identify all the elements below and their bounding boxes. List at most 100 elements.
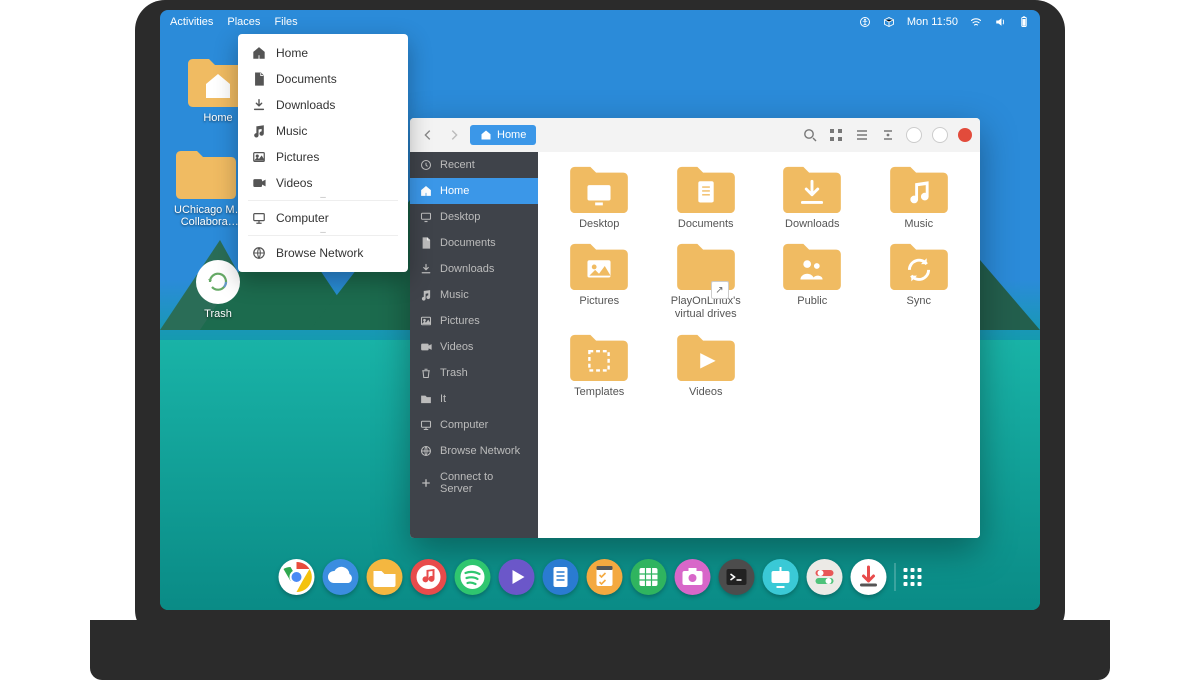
folder-playonlinux-s-virtual-drives[interactable]: PlayOnLinux's virtual drives — [653, 241, 760, 321]
files-sidebar: Recent Home Desktop Documents DownloadsMusic… — [410, 152, 538, 538]
home-icon — [480, 129, 492, 141]
download-icon — [252, 98, 266, 112]
places-item-pictures[interactable]: Pictures — [238, 144, 408, 170]
pathbar-home-chip[interactable]: Home — [470, 125, 536, 145]
sidebar-item-it[interactable]: It — [410, 386, 538, 412]
folder-label: Public — [797, 295, 827, 308]
home-icon — [252, 46, 266, 60]
menu-separator — [248, 200, 398, 201]
dock-spotify[interactable] — [455, 559, 491, 595]
folder-label: Pictures — [579, 295, 619, 308]
topbar-files[interactable]: Files — [274, 16, 297, 28]
folder-sync[interactable]: Sync — [866, 241, 973, 321]
window-minimize-button[interactable] — [906, 127, 922, 143]
sidebar-item-label: Home — [440, 185, 469, 197]
nav-back-button[interactable] — [418, 125, 438, 145]
sidebar-item-documents[interactable]: Documents — [410, 230, 538, 256]
desktop-icon-trash[interactable]: Trash — [196, 260, 240, 320]
folder-videos[interactable]: Videos — [653, 332, 760, 399]
dock — [279, 554, 922, 600]
desktop-icon-folder[interactable]: UChicago M… Collabora… — [174, 148, 246, 228]
doc-icon — [420, 237, 432, 249]
dock-files[interactable] — [367, 559, 403, 595]
folder-public[interactable]: Public — [759, 241, 866, 321]
dock-music[interactable] — [411, 559, 447, 595]
sidebar-item-label: Documents — [440, 237, 496, 249]
folder-label: Sync — [907, 295, 931, 308]
folder-label: Desktop — [579, 218, 619, 231]
folder-desktop[interactable]: Desktop — [546, 164, 653, 231]
nav-forward-button[interactable] — [444, 125, 464, 145]
folder-templates[interactable]: Templates — [546, 332, 653, 399]
dock-tasks[interactable] — [587, 559, 623, 595]
clock-icon — [420, 159, 432, 171]
sidebar-item-computer[interactable]: Computer — [410, 412, 538, 438]
places-item-documents[interactable]: Documents — [238, 66, 408, 92]
trash-icon — [420, 367, 432, 379]
package-icon[interactable] — [883, 16, 895, 28]
topbar-activities[interactable]: Activities — [170, 16, 213, 28]
places-item-home[interactable]: Home — [238, 40, 408, 66]
dock-terminal[interactable] — [719, 559, 755, 595]
folder-label: Videos — [689, 386, 722, 399]
video-icon — [252, 176, 266, 190]
sidebar-item-label: Trash — [440, 367, 468, 379]
sidebar-item-pictures[interactable]: Pictures — [410, 308, 538, 334]
places-item-music[interactable]: Music — [238, 118, 408, 144]
sidebar-item-recent[interactable]: Recent — [410, 152, 538, 178]
dock-cloud[interactable] — [323, 559, 359, 595]
sidebar-item-label: Computer — [440, 419, 488, 431]
window-maximize-button[interactable] — [932, 127, 948, 143]
home-icon — [420, 185, 432, 197]
desktop-icon — [420, 211, 432, 223]
hamburger-menu-button[interactable] — [880, 127, 896, 143]
dock-transmission[interactable] — [851, 559, 887, 595]
volume-icon[interactable] — [994, 16, 1006, 28]
sidebar-item-home[interactable]: Home — [410, 178, 538, 204]
sidebar-item-browse-network[interactable]: Browse Network — [410, 438, 538, 464]
dock-apps-grid[interactable] — [904, 568, 922, 586]
dock-camera[interactable] — [675, 559, 711, 595]
places-item-label: Browse Network — [276, 246, 363, 260]
laptop-base — [90, 620, 1110, 680]
dock-document[interactable] — [543, 559, 579, 595]
topbar-places[interactable]: Places — [227, 16, 260, 28]
accessibility-icon[interactable] — [859, 16, 871, 28]
sidebar-item-downloads[interactable]: Downloads — [410, 256, 538, 282]
dock-software[interactable] — [763, 559, 799, 595]
dock-settings[interactable] — [807, 559, 843, 595]
places-item-downloads[interactable]: Downloads — [238, 92, 408, 118]
computer-icon — [420, 419, 432, 431]
pathbar-label: Home — [497, 129, 526, 141]
sidebar-item-connect-to-server[interactable]: Connect to Server — [410, 464, 538, 502]
files-titlebar: Home — [410, 118, 980, 153]
dock-spreadsheet[interactable] — [631, 559, 667, 595]
sidebar-item-desktop[interactable]: Desktop — [410, 204, 538, 230]
picture-icon — [420, 315, 432, 327]
sidebar-item-videos[interactable]: Videos — [410, 334, 538, 360]
folder-pictures[interactable]: Pictures — [546, 241, 653, 321]
battery-icon[interactable] — [1018, 16, 1030, 28]
folder-label: Music — [904, 218, 933, 231]
search-button[interactable] — [802, 127, 818, 143]
dock-chrome[interactable] — [279, 559, 315, 595]
doc-icon — [252, 72, 266, 86]
dock-video[interactable] — [499, 559, 535, 595]
wifi-icon[interactable] — [970, 16, 982, 28]
sidebar-item-music[interactable]: Music — [410, 282, 538, 308]
sidebar-item-trash[interactable]: Trash — [410, 360, 538, 386]
sidebar-item-label: It — [440, 393, 446, 405]
menu-separator — [248, 235, 398, 236]
view-list-button[interactable] — [854, 127, 870, 143]
places-item-browse-network[interactable]: Browse Network — [238, 240, 408, 266]
window-close-button[interactable] — [958, 128, 972, 142]
folder-music[interactable]: Music — [866, 164, 973, 231]
folder-downloads[interactable]: Downloads — [759, 164, 866, 231]
sidebar-item-label: Videos — [440, 341, 473, 353]
desktop-icon-label: UChicago M… Collabora… — [174, 204, 246, 228]
folder-documents[interactable]: Documents — [653, 164, 760, 231]
files-window: Home RecentHomeDesktopDocumentsDownloads… — [410, 118, 980, 538]
view-grid-button[interactable] — [828, 127, 844, 143]
files-content: Desktop DocumentsDownloads Music Pictures Pl… — [538, 152, 980, 538]
topbar-clock[interactable]: Mon 11:50 — [907, 16, 958, 28]
